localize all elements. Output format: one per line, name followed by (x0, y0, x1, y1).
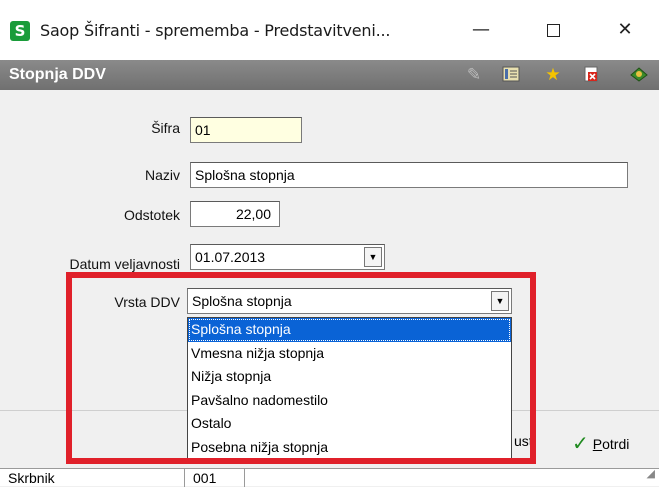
dropdown-option[interactable]: Vmesna nižja stopnja (188, 342, 511, 366)
window-title: Saop Šifranti - sprememba - Predstavitve… (40, 21, 391, 40)
dropdown-option[interactable]: Posebna nižja stopnja (188, 436, 511, 460)
cancel-button[interactable]: usti (514, 433, 536, 449)
form-header: Stopnja DDV ✎ ★ (0, 60, 659, 90)
vrsta-dropdown-button[interactable]: ▼ (491, 291, 509, 311)
confirm-hotkey: P (592, 435, 603, 452)
naziv-label: Naziv (144, 167, 180, 183)
dropdown-option[interactable]: Nižja stopnja (188, 365, 511, 389)
skrbnik-value: 001 (185, 469, 245, 487)
datum-label: Datum veljavnosti (69, 256, 181, 272)
minimize-button[interactable]: — (458, 14, 504, 46)
odstotek-field[interactable]: 22,00 (190, 201, 280, 227)
close-button[interactable]: ✕ (602, 14, 648, 46)
dropdown-option[interactable]: Ostalo (188, 412, 511, 436)
exit-icon[interactable] (628, 65, 650, 85)
dropdown-option[interactable]: Splošna stopnja (188, 318, 511, 342)
star-icon[interactable]: ★ (542, 65, 564, 85)
datum-value: 01.07.2013 (195, 249, 266, 265)
odstotek-label: Odstotek (123, 207, 180, 223)
maximize-button[interactable] (530, 14, 576, 46)
list-icon[interactable] (500, 65, 522, 85)
status-grid: Skrbnik 001 ◢ (0, 467, 659, 487)
checkmark-icon: ✓ (572, 433, 589, 455)
datum-field[interactable]: 01.07.2013 ▼ (190, 244, 385, 270)
vrsta-select[interactable]: Splošna stopnja ▼ (187, 288, 512, 314)
skrbnik-label: Skrbnik (0, 469, 185, 487)
window-titlebar: S Saop Šifranti - sprememba - Predstavit… (0, 0, 659, 60)
vrsta-dropdown-list: Splošna stopnja Vmesna nižja stopnja Niž… (187, 317, 512, 463)
dropdown-option[interactable]: Pavšalno nadomestilo (188, 389, 511, 413)
app-icon: S (10, 21, 30, 41)
resize-grip-icon[interactable]: ◢ (647, 467, 655, 480)
vrsta-value: Splošna stopnja (192, 293, 292, 309)
sifra-label: Šifra (151, 120, 180, 136)
naziv-field[interactable]: Splošna stopnja (190, 162, 628, 188)
maximize-icon (546, 23, 560, 37)
confirm-label: otrdi (602, 435, 630, 452)
sifra-field[interactable]: 01 (190, 117, 302, 143)
delete-doc-icon[interactable] (580, 65, 602, 85)
datum-dropdown-button[interactable]: ▼ (364, 247, 382, 267)
confirm-button[interactable]: ✓ Potrdi (572, 431, 629, 456)
form-title: Stopnja DDV (9, 66, 106, 83)
vrsta-label: Vrsta DDV (114, 294, 180, 310)
edit-icon[interactable]: ✎ (463, 65, 485, 85)
